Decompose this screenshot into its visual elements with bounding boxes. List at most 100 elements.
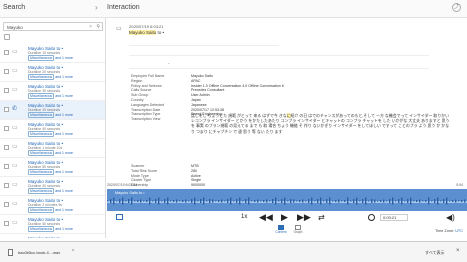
waveform-spike	[368, 200, 370, 202]
row-checkbox[interactable]	[4, 202, 9, 207]
tag-badge[interactable]: Miscellaneous	[28, 226, 55, 232]
row-checkbox[interactable]	[4, 50, 9, 55]
tag-badge[interactable]: Miscellaneous	[28, 74, 55, 80]
result-row[interactable]: ▭ Mayuko Saito to • Duration 1 minute 10s M…	[0, 139, 105, 158]
waveform-spike	[353, 199, 355, 203]
attribute-key: Policy and Selector	[131, 83, 162, 88]
search-input[interactable]: Mayuko × ⚲	[3, 22, 103, 31]
waveform-spike	[257, 199, 259, 203]
waveform-spike	[182, 199, 184, 203]
result-row[interactable]: ▭ Mayuko Saito to • Duration 2 minutes 9s M…	[0, 196, 105, 215]
waveform-spike	[248, 197, 250, 205]
waveform-spike	[398, 199, 400, 203]
view-tabs: Content Graph Time Zone: UTC	[107, 225, 467, 238]
result-tags: Miscellaneous and 1 more	[28, 131, 73, 137]
rewind-icon[interactable]: ◀◀	[259, 213, 273, 222]
more-tags-link[interactable]: and 1 more	[55, 75, 73, 79]
tag-badge[interactable]: Miscellaneous	[28, 55, 55, 61]
close-icon[interactable]: ×	[456, 248, 460, 254]
filter-icon[interactable]	[4, 34, 10, 40]
result-tags: Miscellaneous and 1 more	[28, 112, 73, 118]
waveform-spike	[359, 200, 361, 202]
waveform-spike	[386, 200, 388, 202]
row-checkbox[interactable]	[4, 107, 9, 112]
attribute-key: Cluster Type	[131, 178, 152, 183]
grid-icon[interactable]	[116, 214, 123, 220]
tag-badge[interactable]: Miscellaneous	[28, 131, 55, 137]
volume-icon[interactable]: ◀)	[446, 213, 455, 222]
more-tags-link[interactable]: and 1 more	[55, 113, 73, 117]
search-icon[interactable]: ⚲	[96, 24, 100, 30]
row-checkbox[interactable]	[4, 69, 9, 74]
tab-content[interactable]: Content	[273, 225, 289, 234]
chevron-up-icon[interactable]: ^	[72, 249, 74, 255]
row-checkbox[interactable]	[4, 126, 9, 131]
more-tags-link[interactable]: and 1 more	[55, 189, 73, 193]
clear-icon[interactable]: ×	[89, 24, 92, 30]
waveform-spike	[155, 199, 157, 203]
tag-badge[interactable]: Miscellaneous	[28, 112, 55, 118]
tag-badge[interactable]: Miscellaneous	[28, 207, 55, 213]
fast-forward-icon[interactable]: ▶▶	[297, 213, 311, 222]
share-icon[interactable]: ⤴	[452, 3, 461, 12]
waveform-spike	[299, 199, 301, 203]
waveform-spike	[428, 197, 430, 205]
waveform-spike	[404, 200, 406, 202]
show-all-downloads-link[interactable]: すべて表示	[425, 250, 445, 256]
tab-graph[interactable]: Graph	[291, 225, 305, 234]
chat-icon: ▭	[12, 220, 18, 226]
waveform-spikes	[107, 197, 466, 205]
attribute-key: Total Risk Score	[131, 168, 157, 173]
result-row[interactable]: ✆ Mayuko Saito to • Duration 10 seconds Mis…	[0, 101, 105, 120]
phone-icon: ✆	[12, 106, 18, 112]
loop-icon[interactable]: ⇄	[318, 213, 325, 222]
waveform-end-time: 0:04	[456, 183, 463, 187]
result-row[interactable]: ▭ Mayuko Saito to • Duration 40 seconds Mis…	[0, 120, 105, 139]
download-filename[interactable]: bac0b5cc-book-4....wav	[18, 250, 60, 255]
waveform-spike	[287, 200, 289, 202]
waveform-spike	[401, 197, 403, 205]
more-tags-link[interactable]: and 1 more	[55, 227, 73, 231]
timezone-selector[interactable]: Time Zone: UTC	[435, 229, 463, 233]
result-row[interactable]: ▭ Mayuko Saito to • Duration 50 seconds Mis…	[0, 158, 105, 177]
more-tags-link[interactable]: and 1 more	[55, 94, 73, 98]
result-tags: Miscellaneous and 1 more	[28, 188, 73, 194]
row-checkbox[interactable]	[4, 183, 9, 188]
more-tags-link[interactable]: and 1 more	[55, 151, 73, 155]
waveform-spike	[317, 199, 319, 203]
row-checkbox[interactable]	[4, 164, 9, 169]
row-checkbox[interactable]	[4, 145, 9, 150]
result-row[interactable]: ▭Mayuko Saito to •Duration 30 secondsMis…	[0, 234, 105, 238]
result-row[interactable]: ▭ Mayuko Saito to • Duration 40 seconds Mis…	[0, 215, 105, 234]
tag-badge[interactable]: Miscellaneous	[28, 93, 55, 99]
play-icon[interactable]: ▶	[281, 213, 288, 222]
result-name[interactable]: Mayuko Saito to •	[28, 236, 63, 238]
more-tags-link[interactable]: and 1 more	[55, 208, 73, 212]
chevron-down-icon[interactable]: ⌄	[167, 60, 170, 65]
more-tags-link[interactable]: and 1 more	[55, 56, 73, 60]
result-row[interactable]: ▭ Mayuko Saito to • Duration 20 seconds Mis…	[0, 63, 105, 82]
row-checkbox[interactable]	[4, 88, 9, 93]
section-divider	[129, 55, 429, 69]
result-tags: Miscellaneous and 1 more	[28, 207, 73, 213]
attribute-value: 280	[191, 168, 197, 173]
result-row[interactable]: ▭ Mayuko Saito to • Duration 10 seconds Mis…	[0, 44, 105, 63]
tab-graph-label: Graph	[293, 230, 303, 234]
row-checkbox[interactable]	[4, 221, 9, 226]
more-tags-link[interactable]: and 1 more	[55, 132, 73, 136]
playback-position-field[interactable]: 0:03:21	[380, 214, 408, 221]
tag-badge[interactable]: Miscellaneous	[28, 150, 55, 156]
attribute-value: Japan	[191, 98, 201, 102]
tag-badge[interactable]: Miscellaneous	[28, 169, 55, 175]
attribute-value: Japanese	[191, 102, 207, 107]
waveform-spike	[152, 200, 154, 202]
tag-badge[interactable]: Miscellaneous	[28, 188, 55, 194]
result-row[interactable]: ▭ Mayuko Saito to • Duration 20 seconds Mis…	[0, 177, 105, 196]
audio-waveform[interactable]: Mayuko Saito to •	[107, 189, 467, 211]
waveform-spike	[365, 197, 367, 205]
waveform-spike	[170, 200, 172, 202]
attribute-key: Scanner	[131, 164, 145, 168]
playback-speed[interactable]: 1x	[241, 214, 247, 220]
more-tags-link[interactable]: and 1 more	[55, 170, 73, 174]
result-row[interactable]: ▭Mayuko Saito to •Duration 30 secondsMis…	[0, 82, 105, 101]
